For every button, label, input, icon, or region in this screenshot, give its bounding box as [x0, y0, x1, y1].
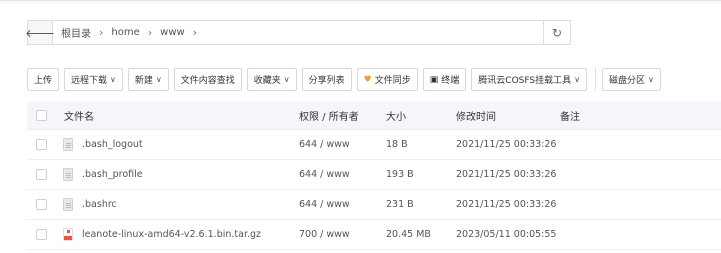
- select-all-cell: [27, 110, 57, 121]
- chevron-down-icon: ∨: [574, 75, 580, 84]
- favorites-button[interactable]: 收藏夹 ∨: [246, 68, 297, 91]
- header-size[interactable]: 大小: [379, 108, 449, 123]
- table-row[interactable]: .bash_profile 644 / www 193 B 2021/11/25…: [27, 160, 721, 190]
- file-perm[interactable]: 644 / www: [290, 199, 379, 210]
- text-file-icon: [63, 168, 73, 181]
- breadcrumb-separator: ›: [99, 26, 104, 39]
- favorites-label: 收藏夹: [253, 76, 281, 86]
- row-checkbox-cell: [27, 229, 57, 240]
- chevron-down-icon: ∨: [155, 75, 162, 84]
- remote-download-label: 远程下载: [71, 76, 108, 86]
- file-name[interactable]: .bashrc: [82, 199, 117, 210]
- new-button[interactable]: 新建 ∨: [127, 68, 169, 91]
- remote-download-button[interactable]: 远程下载 ∨: [64, 68, 123, 91]
- file-perm[interactable]: 644 / www: [290, 139, 379, 150]
- header-note: 备注: [560, 112, 580, 123]
- file-time: 2021/11/25 00:33:26: [456, 199, 557, 210]
- table-row[interactable]: leanote-linux-amd64-v2.6.1.bin.tar.gz 70…: [27, 220, 721, 250]
- breadcrumb-www[interactable]: www: [158, 27, 187, 38]
- file-name-cell[interactable]: .bash_logout: [57, 138, 290, 151]
- select-all-checkbox[interactable]: [36, 110, 47, 121]
- terminal-label: 终端: [441, 76, 460, 86]
- row-checkbox[interactable]: [36, 169, 47, 180]
- file-name[interactable]: .bash_logout: [82, 139, 143, 150]
- row-checkbox-cell: [27, 139, 57, 150]
- file-size: 18 B: [386, 139, 408, 150]
- chevron-down-icon: ∨: [110, 75, 116, 84]
- new-label: 新建: [134, 76, 153, 86]
- file-time: 2021/11/25 00:33:26: [456, 139, 557, 150]
- terminal-button[interactable]: ▣ 终端: [422, 68, 467, 91]
- breadcrumb-root[interactable]: 根目录: [59, 25, 93, 40]
- file-name[interactable]: leanote-linux-amd64-v2.6.1.bin.tar.gz: [82, 229, 261, 240]
- file-size: 193 B: [386, 169, 414, 180]
- file-name-cell[interactable]: .bash_profile: [57, 168, 290, 181]
- file-table: 文件名 权限 / 所有者 大小 修改时间 备注 .bash_logout 644…: [27, 102, 721, 250]
- upload-label: 上传: [34, 76, 53, 86]
- back-button[interactable]: 🡐: [25, 21, 55, 44]
- refresh-button[interactable]: ↻: [543, 21, 570, 44]
- file-time: 2021/11/25 00:33:26: [456, 169, 557, 180]
- row-checkbox[interactable]: [36, 199, 47, 210]
- table-row[interactable]: .bash_logout 644 / www 18 B 2021/11/25 0…: [27, 130, 721, 160]
- upload-button[interactable]: 上传: [27, 68, 60, 91]
- sync-icon: ♥: [363, 74, 372, 85]
- tencent-cos-label: 腾讯云COSFS挂载工具: [478, 76, 572, 86]
- toolbar-divider: [594, 68, 596, 91]
- breadcrumb: 根目录 › home › www ›: [53, 21, 543, 44]
- share-list-label: 分享列表: [308, 76, 345, 86]
- disk-partition-button[interactable]: 磁盘分区 ∨: [601, 68, 661, 91]
- header-name[interactable]: 文件名: [57, 108, 290, 123]
- text-file-icon: [63, 138, 73, 151]
- sync-label: 文件同步: [374, 76, 411, 86]
- row-checkbox[interactable]: [36, 139, 47, 150]
- file-name-cell[interactable]: leanote-linux-amd64-v2.6.1.bin.tar.gz: [57, 228, 290, 241]
- chevron-down-icon: ∨: [283, 75, 290, 84]
- toolbar: 上传 远程下载 ∨ 新建 ∨ 文件内容查找 收藏夹 ∨ 分享列表 ♥ 文件同步 …: [27, 68, 666, 91]
- file-perm[interactable]: 644 / www: [290, 169, 379, 180]
- file-name-cell[interactable]: .bashrc: [57, 198, 290, 211]
- file-time: 2023/05/11 00:05:55: [456, 229, 557, 240]
- row-checkbox-cell: [27, 169, 57, 180]
- tencent-cos-button[interactable]: 腾讯云COSFS挂载工具 ∨: [471, 68, 587, 91]
- share-list-button[interactable]: 分享列表: [301, 68, 352, 91]
- text-file-icon: [63, 198, 73, 211]
- refresh-icon: ↻: [551, 25, 563, 40]
- header-time[interactable]: 修改时间: [449, 108, 560, 123]
- archive-file-icon: [63, 228, 73, 241]
- row-checkbox[interactable]: [36, 229, 47, 240]
- search-content-label: 文件内容查找: [180, 76, 235, 86]
- chevron-down-icon: ∨: [648, 75, 654, 84]
- file-name[interactable]: .bash_profile: [82, 169, 143, 180]
- table-row[interactable]: .bashrc 644 / www 231 B 2021/11/25 00:33…: [27, 190, 721, 220]
- path-bar: 🡐 根目录 › home › www › ↻: [25, 20, 571, 45]
- search-content-button[interactable]: 文件内容查找: [173, 68, 242, 91]
- file-size: 20.45 MB: [386, 229, 431, 240]
- file-manager: 🡐 根目录 › home › www › ↻ 上传 远程下载 ∨ 新建 ∨ 文件…: [0, 0, 721, 253]
- file-size: 231 B: [386, 199, 414, 210]
- breadcrumb-separator: ›: [192, 26, 198, 39]
- arrow-left-icon: 🡐: [25, 26, 55, 40]
- table-header: 文件名 权限 / 所有者 大小 修改时间 备注: [27, 102, 721, 130]
- sync-button[interactable]: ♥ 文件同步: [356, 68, 418, 91]
- terminal-icon: ▣: [429, 74, 439, 85]
- breadcrumb-home[interactable]: home: [109, 27, 141, 38]
- row-checkbox-cell: [27, 199, 57, 210]
- header-perm[interactable]: 权限 / 所有者: [290, 108, 379, 123]
- top-divider: [0, 0, 721, 4]
- file-perm[interactable]: 700 / www: [290, 229, 379, 240]
- disk-partition-label: 磁盘分区: [608, 76, 645, 86]
- breadcrumb-separator: ›: [147, 26, 153, 39]
